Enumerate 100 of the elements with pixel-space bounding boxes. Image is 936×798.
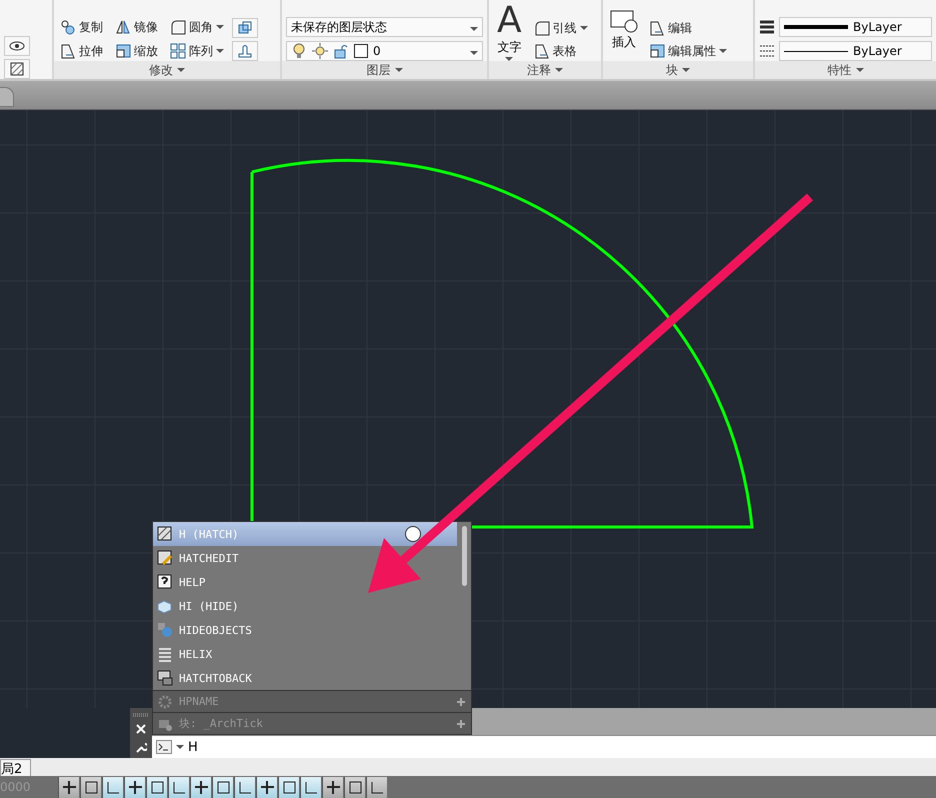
- toggle-icon: [106, 780, 120, 794]
- command-icon: [157, 574, 173, 590]
- status-toggle[interactable]: [102, 776, 123, 798]
- tool-button[interactable]: 圆角: [168, 17, 226, 37]
- tool-icon: [534, 20, 550, 36]
- status-toggle[interactable]: [58, 776, 79, 798]
- tool-icon: [60, 19, 76, 35]
- panel-title[interactable]: 图层: [282, 61, 487, 79]
- toggle-icon: [348, 780, 362, 794]
- command-suggestion[interactable]: HIDEOBJECTS: [153, 618, 457, 642]
- grip-icon[interactable]: [133, 713, 149, 718]
- status-toggle[interactable]: [146, 776, 167, 798]
- toggle-icon: [216, 780, 230, 794]
- panel-title[interactable]: 块: [603, 61, 753, 79]
- linetype-dropdown[interactable]: ByLayer: [779, 41, 932, 61]
- caret-icon: [719, 49, 727, 53]
- status-toggle[interactable]: [300, 776, 321, 798]
- insert-button[interactable]: 插入: [607, 4, 641, 61]
- panel-title[interactable]: 注释: [489, 61, 601, 79]
- tool-button[interactable]: 编辑属性: [647, 41, 729, 61]
- status-toggle[interactable]: [322, 776, 343, 798]
- view-dropdown[interactable]: [4, 36, 30, 56]
- tool-button[interactable]: [232, 18, 258, 38]
- caret-icon: [470, 51, 478, 55]
- toggle-icon: [194, 780, 208, 794]
- scrollbar-thumb[interactable]: [462, 526, 467, 586]
- caret-icon: [177, 68, 185, 72]
- lightbulb-icon: [291, 43, 307, 59]
- toggle-icon: [282, 780, 296, 794]
- layout-tab[interactable]: 局2: [0, 759, 32, 776]
- tool-button[interactable]: 编辑: [647, 18, 729, 38]
- tool-button[interactable]: 镜像: [113, 17, 160, 37]
- status-toggle[interactable]: [344, 776, 365, 798]
- status-toggle[interactable]: [234, 776, 255, 798]
- boxes-icon: [237, 20, 253, 36]
- status-toggle[interactable]: [80, 776, 101, 798]
- caret-icon: [856, 68, 864, 72]
- tool-icon: [170, 43, 186, 59]
- tool-button[interactable]: 引线: [532, 18, 590, 38]
- tool-icon: [649, 43, 665, 59]
- toggle-icon: [260, 780, 274, 794]
- command-icon: [157, 670, 173, 686]
- layer-dropdown[interactable]: 0: [286, 41, 483, 61]
- tool-button[interactable]: [232, 41, 258, 61]
- toggle-icon: [172, 780, 186, 794]
- tool-icon: [115, 19, 131, 35]
- gear-icon: [157, 694, 173, 710]
- command-suggestion[interactable]: HATCHTOBACK: [153, 666, 457, 690]
- tool-icon: [60, 43, 76, 59]
- status-toggle[interactable]: [278, 776, 299, 798]
- caret-icon: [580, 26, 588, 30]
- lineweight-dropdown[interactable]: ByLayer: [779, 17, 932, 37]
- command-icon: [157, 598, 173, 614]
- status-toggle[interactable]: [256, 776, 277, 798]
- tool-icon: [170, 19, 186, 35]
- insert-block-icon: [609, 9, 639, 33]
- status-toggle[interactable]: [168, 776, 189, 798]
- tool-button[interactable]: 缩放: [113, 41, 160, 61]
- expand-icon[interactable]: [457, 720, 465, 728]
- toggle-icon: [238, 780, 252, 794]
- command-input[interactable]: H: [152, 735, 936, 758]
- prompt-icon: [156, 740, 172, 754]
- stamp-icon: [237, 43, 253, 59]
- padlock-icon: [333, 43, 349, 59]
- tool-icon: [534, 43, 550, 59]
- layer-color-swatch: [354, 44, 368, 58]
- expand-icon[interactable]: [457, 698, 465, 706]
- toggle-icon: [62, 780, 76, 794]
- close-icon[interactable]: [136, 724, 146, 734]
- tool-button[interactable]: 表格: [532, 41, 590, 61]
- status-toggle[interactable]: [124, 776, 145, 798]
- caret-icon: [682, 68, 690, 72]
- layer-name: 0: [373, 44, 381, 58]
- linetype-icon: [759, 43, 775, 59]
- layer-state-dropdown[interactable]: 未保存的图层状态: [286, 17, 483, 37]
- command-icon: [157, 646, 173, 662]
- tool-icon: [115, 43, 131, 59]
- tool-button[interactable]: 阵列: [168, 41, 226, 61]
- tool-button[interactable]: 复制: [58, 17, 105, 37]
- panel-title[interactable]: 特性: [755, 61, 936, 79]
- command-suggestion[interactable]: HI (HIDE): [153, 594, 457, 618]
- command-text: H: [188, 740, 198, 754]
- status-toggle[interactable]: [366, 776, 387, 798]
- caret-icon: [216, 25, 224, 29]
- status-toggle[interactable]: [212, 776, 233, 798]
- panel-title[interactable]: 修改: [54, 61, 280, 79]
- tool-button[interactable]: 拉伸: [58, 41, 105, 61]
- caret-icon: [470, 27, 478, 31]
- status-toggle[interactable]: [190, 776, 211, 798]
- caret-icon: [555, 68, 563, 72]
- toggle-icon: [128, 780, 142, 794]
- command-suggestion[interactable]: HELIX: [153, 642, 457, 666]
- command-icon: [157, 550, 173, 566]
- toggle-icon: [370, 780, 384, 794]
- toggle-icon: [150, 780, 164, 794]
- caret-icon: [176, 745, 184, 749]
- hatched-square-icon: [9, 61, 25, 77]
- caret-icon: [216, 49, 224, 53]
- sun-icon: [312, 43, 328, 59]
- view-dropdown[interactable]: [4, 59, 30, 79]
